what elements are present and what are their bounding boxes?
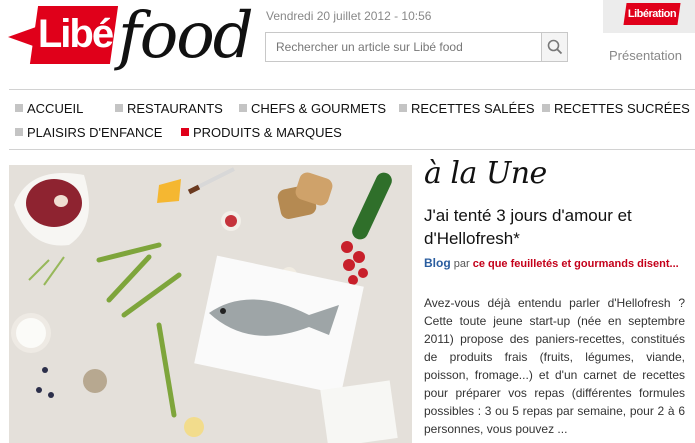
article-title-link[interactable]: J'ai tenté 3 jours d'amour et d'Hellofre… (424, 204, 686, 250)
meta-by-text: par (453, 258, 470, 270)
nav-bullet-icon (399, 104, 407, 112)
nav-item-restaurants[interactable]: RESTAURANTS (115, 101, 223, 117)
header-date: Vendredi 20 juillet 2012 - 10:56 (266, 9, 432, 23)
nav-item-label: RESTAURANTS (127, 101, 223, 116)
logo-food-text: food (118, 0, 254, 73)
recipe-card-illustration (320, 380, 398, 443)
pasta-illustration (184, 417, 204, 437)
nav-item-plaisirs-enfance[interactable]: PLAISIRS D'ENFANCE (15, 125, 162, 141)
search-box (265, 32, 568, 62)
libe-food-logo[interactable]: Libé food (0, 0, 260, 80)
presentation-link[interactable]: Présentation (609, 48, 682, 63)
search-button[interactable] (541, 33, 567, 61)
nav-item-label: CHEFS & GOURMETS (251, 101, 387, 116)
nav-item-chefs-gourmets[interactable]: CHEFS & GOURMETS (239, 101, 386, 117)
nav-bullet-icon (15, 104, 23, 112)
nav-bullet-active-icon (181, 128, 189, 136)
nav-item-recettes-sucrees[interactable]: RECETTES SUCRÉES (542, 101, 690, 117)
meta-blog-link[interactable]: Blog (424, 256, 451, 270)
liberation-badge-label: Libération (627, 8, 677, 20)
nav-bullet-icon (115, 104, 123, 112)
meta-author-link[interactable]: ce que feuilletés et gourmands disent... (473, 258, 679, 270)
search-icon (547, 39, 563, 55)
nav-item-recettes-salees[interactable]: RECETTES SALÉES (399, 101, 535, 117)
lentil-bowl-illustration (83, 369, 107, 393)
nav-bullet-icon (239, 104, 247, 112)
nav-bullet-icon (15, 128, 23, 136)
nav-item-accueil[interactable]: ACCUEIL (15, 101, 83, 117)
search-input[interactable] (266, 33, 541, 61)
nav-item-label: ACCUEIL (27, 101, 84, 116)
nav-item-label: RECETTES SALÉES (411, 101, 535, 116)
liberation-badge[interactable]: Libération (603, 0, 695, 33)
nav-item-label: RECETTES SUCRÉES (554, 101, 690, 116)
section-title-a-la-une: à la Une (424, 156, 547, 191)
logo-libe-text: Libé (37, 12, 114, 56)
article-meta: Blog par ce que feuilletés et gourmands … (424, 255, 686, 272)
nav-item-label: PRODUITS & MARQUES (193, 125, 342, 140)
feature-image[interactable] (9, 165, 412, 443)
nav-bullet-icon (542, 104, 550, 112)
nav-item-produits-marques[interactable]: PRODUITS & MARQUES (181, 125, 342, 141)
nav-item-label: PLAISIRS D'ENFANCE (27, 125, 163, 140)
yogurt-bowl-illustration (11, 313, 51, 353)
main-nav: ACCUEIL RESTAURANTS CHEFS & GOURMETS REC… (9, 89, 695, 150)
food-still-life-illustration (9, 165, 412, 443)
article-excerpt: Avez-vous déjà entendu parler d'Hellofre… (424, 296, 685, 436)
